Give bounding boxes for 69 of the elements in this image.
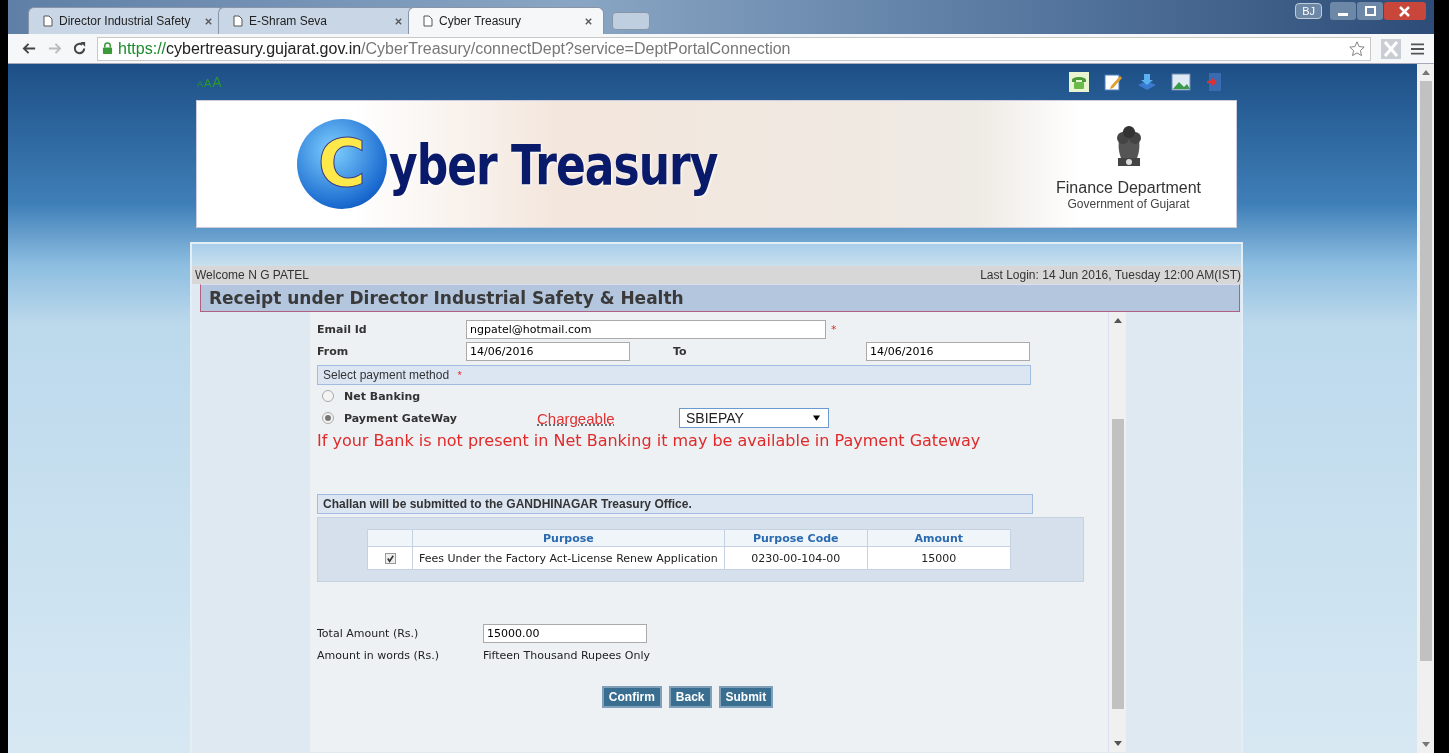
tab-title: Cyber Treasury <box>439 14 523 28</box>
government-name: Government of Gujarat <box>1067 197 1190 211</box>
close-icon[interactable] <box>584 16 593 26</box>
profile-button[interactable]: BJ <box>1295 3 1322 19</box>
checkbox[interactable] <box>384 553 396 564</box>
table-cell: 0230-00-104-00 <box>724 546 868 570</box>
menu-icon[interactable] <box>1411 42 1424 55</box>
back-arrow-icon[interactable] <box>22 41 37 56</box>
field-label: To <box>673 344 688 358</box>
globe-logo: C <box>297 119 387 209</box>
column-header: Purpose Code <box>724 529 868 547</box>
page-title: Receipt under Director Industrial Safety & Health <box>200 284 1240 312</box>
caret-icon <box>813 415 820 421</box>
last-login-text: Last Login: 14 Jun 2016, Tuesday 12:00 AM(IST) <box>980 268 1241 282</box>
total-amount-field[interactable]: 15000.00 <box>483 623 647 643</box>
page-icon <box>43 15 53 27</box>
minimize-icon[interactable] <box>1330 2 1356 20</box>
page-icon <box>233 15 243 27</box>
field-label: Amount in words (Rs.) <box>317 648 440 662</box>
department-name: Finance Department <box>1056 179 1201 197</box>
date-field[interactable]: 14/06/2016 <box>466 341 630 361</box>
close-icon[interactable] <box>1384 2 1426 20</box>
required-mark: * <box>457 369 462 381</box>
star-icon[interactable] <box>1348 39 1366 58</box>
form-button[interactable]: Confirm <box>601 686 662 708</box>
address-bar[interactable]: https://cybertreasury.gujarat.gov.in/CyberTreasury/connectDept?service=DeptPortalConnection <box>97 36 1371 61</box>
radio-button[interactable] <box>322 390 334 402</box>
radio-label[interactable]: Net Banking <box>344 389 537 403</box>
table-cell: 15000 <box>867 546 1011 570</box>
date-field[interactable]: 14/06/2016 <box>866 341 1030 361</box>
notice-text: If your Bank is not present in Net Banking it may be available in Payment Gateway <box>317 431 982 450</box>
field-label: From <box>317 344 350 358</box>
scroll-down-icon[interactable] <box>1113 741 1122 746</box>
column-header: Amount <box>867 529 1011 547</box>
email-field[interactable]: ngpatel@hotmail.com <box>466 319 826 339</box>
close-icon[interactable] <box>204 16 213 26</box>
amount-in-words: Fifteen Thousand Rupees Only <box>483 648 650 662</box>
scrollbar[interactable] <box>1417 64 1434 753</box>
close-icon[interactable] <box>394 16 403 26</box>
field-label: Email Id <box>317 322 368 336</box>
gateway-dropdown[interactable]: SBIEPAY <box>679 408 829 428</box>
welcome-text: Welcome N G PATEL <box>195 268 310 282</box>
column-header: Purpose <box>412 529 725 547</box>
lock-icon <box>102 42 113 55</box>
telephone-icon[interactable] <box>1069 72 1089 92</box>
tab-title: E-Shram Seva <box>249 14 329 28</box>
radio-label[interactable]: Payment GateWay <box>344 411 537 425</box>
tab-title: Director Industrial Safety <box>59 14 192 28</box>
field-label: Total Amount (Rs.) <box>317 626 420 640</box>
required-mark: * <box>831 322 837 336</box>
restore-icon[interactable] <box>1357 2 1383 20</box>
section-title: Select payment method <box>323 368 450 382</box>
chargeable-link[interactable]: Chargeable <box>537 409 679 427</box>
form-button[interactable]: Submit <box>718 686 774 708</box>
reload-icon[interactable] <box>72 41 87 56</box>
edit-icon[interactable] <box>1103 72 1123 92</box>
page-icon <box>423 15 433 27</box>
browser-tab[interactable]: Cyber Treasury <box>408 7 604 34</box>
challan-note: Challan will be submitted to the GANDHINAGAR Treasury Office. <box>317 494 1033 514</box>
download-icon[interactable] <box>1137 72 1157 92</box>
scroll-down-icon[interactable] <box>1421 742 1430 747</box>
form-button[interactable]: Back <box>668 686 712 708</box>
table-cell: Fees Under the Factory Act-License Renew Application <box>412 546 725 570</box>
logo-text: yber Treasury <box>389 132 718 196</box>
scroll-up-icon[interactable] <box>1421 70 1430 75</box>
image-icon[interactable] <box>1171 72 1191 92</box>
scroll-up-icon[interactable] <box>1113 318 1122 323</box>
radio-button[interactable] <box>322 412 334 424</box>
scrollbar[interactable] <box>1108 312 1126 752</box>
